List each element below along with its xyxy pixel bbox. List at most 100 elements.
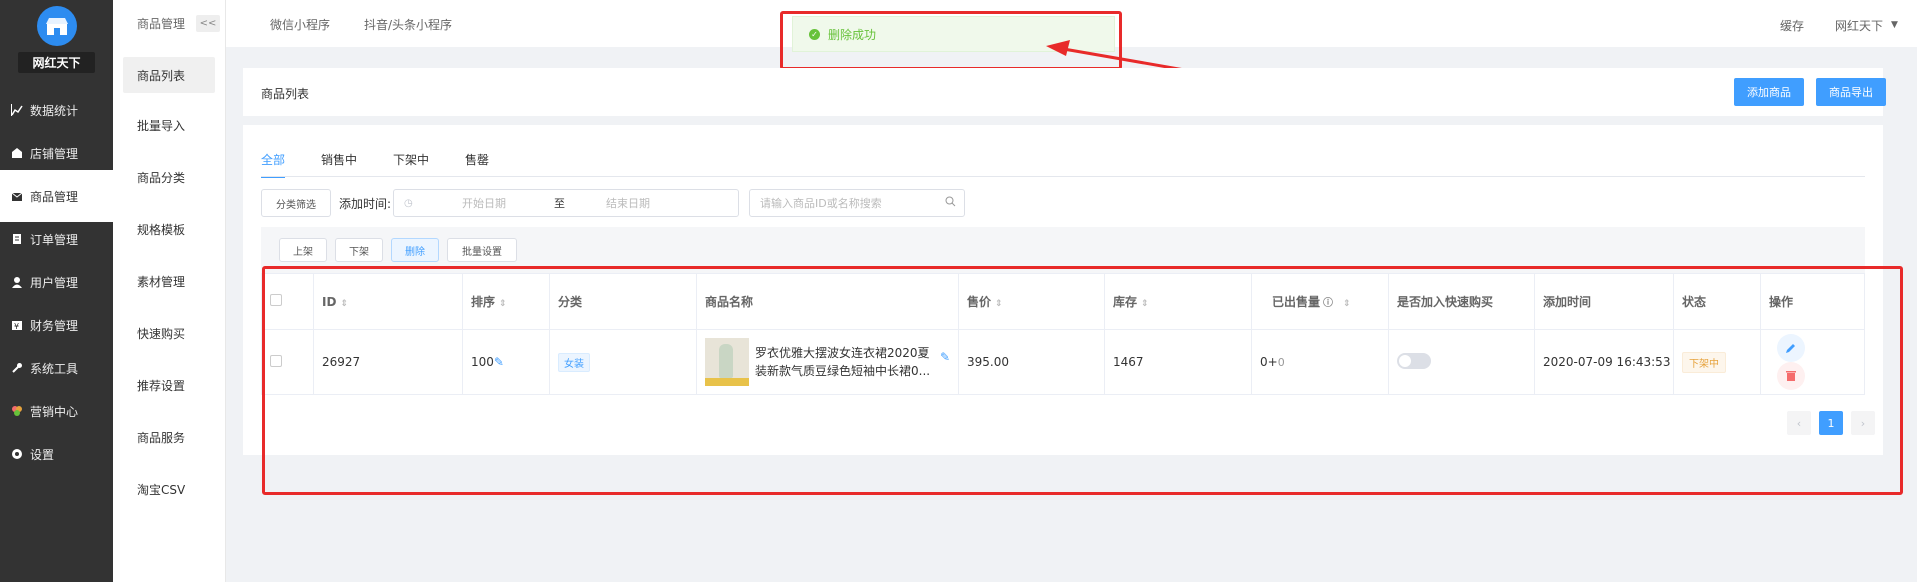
header-id[interactable]: ID ⇕ [313, 273, 463, 330]
gear-icon [10, 447, 24, 461]
shelf-off-button[interactable]: 下架 [335, 238, 383, 262]
header-name: 商品名称 [696, 273, 959, 330]
subnav-item-category[interactable]: 商品分类 [113, 151, 225, 203]
next-page-button[interactable]: › [1851, 411, 1875, 435]
delete-button[interactable]: 删除 [391, 238, 439, 262]
category-filter-button[interactable]: 分类筛选 [261, 189, 331, 217]
status-tabs: 全部 销售中 下架中 售罄 [261, 151, 525, 178]
subnav-item-service[interactable]: 商品服务 [113, 411, 225, 463]
date-range-picker[interactable]: ◷ 开始日期 至 结束日期 [393, 189, 740, 217]
shelf-on-button[interactable]: 上架 [279, 238, 327, 262]
sort-value: 100 [471, 355, 494, 369]
cache-link[interactable]: 缓存 [1780, 17, 1804, 34]
start-date-input[interactable]: 开始日期 [462, 195, 506, 211]
table-row: 26927 100✎ 女装 罗衣优雅大摆波女连衣裙2020夏装新款气质豆绿色短袖… [261, 329, 1865, 395]
trash-icon [1786, 371, 1796, 381]
batch-settings-button[interactable]: 批量设置 [447, 238, 517, 262]
tab-douyin-miniprogram[interactable]: 抖音/头条小程序 [364, 16, 452, 33]
date-label: 添加时间: [339, 196, 392, 211]
header-added-time: 添加时间 [1534, 273, 1674, 330]
toast-message: 删除成功 [828, 27, 877, 42]
header-label: 添加时间 [1543, 295, 1592, 309]
collapse-button[interactable]: << [196, 15, 220, 32]
header-sort[interactable]: 排序 ⇕ [462, 273, 550, 330]
finance-icon: ¥ [10, 318, 24, 332]
status-badge: 下架中 [1682, 351, 1726, 373]
header-sold[interactable]: 已出售量 ⓘ ⇕ [1251, 273, 1389, 330]
subnav-item-spec-template[interactable]: 规格模板 [113, 203, 225, 255]
date-separator: 至 [554, 197, 566, 210]
svg-text:¥: ¥ [14, 322, 19, 331]
info-icon[interactable]: ⓘ [1323, 298, 1333, 309]
sort-icon[interactable]: ⇕ [1343, 299, 1351, 309]
cell-added-time: 2020-07-09 16:43:53 [1534, 329, 1674, 395]
tab-on-sale[interactable]: 销售中 [321, 151, 357, 178]
header-price[interactable]: 售价 ⇕ [958, 273, 1105, 330]
search-input[interactable]: 请输入商品ID或名称搜索 [749, 189, 966, 217]
edit-pencil-icon[interactable]: ✎ [494, 355, 504, 369]
tab-wechat-miniprogram[interactable]: 微信小程序 [270, 16, 330, 33]
row-checkbox[interactable] [270, 354, 282, 367]
goods-icon [10, 189, 24, 203]
subnav-item-materials[interactable]: 素材管理 [113, 255, 225, 307]
tab-sold-out[interactable]: 售罄 [465, 151, 489, 178]
header-status: 状态 [1673, 273, 1761, 330]
export-goods-button[interactable]: 商品导出 [1816, 78, 1886, 106]
wrench-icon [10, 361, 24, 375]
nav-item-settings[interactable]: 设置 [0, 428, 113, 480]
header-checkbox-cell [261, 273, 314, 330]
cell-category: 女装 [549, 329, 697, 395]
logo-area: 网红天下 [0, 0, 113, 81]
nav-label: 用户管理 [30, 275, 79, 290]
end-date-input[interactable]: 结束日期 [606, 195, 650, 211]
cell-sold: 0+0 [1251, 329, 1389, 395]
add-goods-button[interactable]: 添加商品 [1734, 78, 1804, 106]
goods-table: ID ⇕ 排序 ⇕ 分类 商品名称 售价 ⇕ 库存 ⇕ 已出售量 ⓘ ⇕ 是否加入快速购买 … [261, 273, 1865, 395]
header-stock[interactable]: 库存 ⇕ [1104, 273, 1252, 330]
cell-stock: 1467 [1104, 329, 1252, 395]
select-all-checkbox[interactable] [270, 294, 282, 306]
table-header-row: ID ⇕ 排序 ⇕ 分类 商品名称 售价 ⇕ 库存 ⇕ 已出售量 ⓘ ⇕ 是否加入快速购买 … [261, 273, 1865, 330]
nav-label: 财务管理 [30, 318, 79, 333]
cell-status: 下架中 [1673, 329, 1761, 395]
sort-icon[interactable]: ⇕ [499, 299, 507, 309]
header-label: 排序 [471, 295, 496, 309]
cell-price: 395.00 [958, 329, 1105, 395]
chevron-down-icon[interactable]: ▼ [1891, 20, 1898, 30]
cell-quick-buy [1388, 329, 1535, 395]
row-checkbox-cell [261, 329, 314, 395]
subnav-item-recommend[interactable]: 推荐设置 [113, 359, 225, 411]
delete-row-button[interactable] [1777, 362, 1805, 390]
user-menu[interactable]: 网红天下 [1835, 17, 1883, 34]
prev-page-button[interactable]: ‹ [1787, 411, 1811, 435]
subnav-item-taobao-csv[interactable]: 淘宝CSV [113, 463, 225, 515]
nav-label: 订单管理 [30, 232, 79, 247]
edit-name-icon[interactable]: ✎ [940, 350, 950, 364]
page-1-button[interactable]: 1 [1819, 411, 1843, 435]
cell-sort: 100✎ [462, 329, 550, 395]
tabs-divider [261, 176, 1865, 177]
header-label: 商品名称 [705, 295, 754, 309]
product-thumbnail[interactable] [705, 338, 749, 386]
cell-name: 罗衣优雅大摆波女连衣裙2020夏装新款气质豆绿色短袖中长裙0... ✎ [696, 329, 959, 395]
sort-icon[interactable]: ⇕ [995, 299, 1003, 309]
sort-icon[interactable]: ⇕ [340, 299, 348, 309]
nav-label: 数据统计 [30, 103, 79, 118]
quick-buy-toggle[interactable] [1397, 352, 1431, 369]
tab-off-shelf[interactable]: 下架中 [393, 151, 429, 178]
main-sidebar: 网红天下 数据统计 店铺管理 商品管理 订单管理 用户管理 ¥ 财务管理 系统工… [0, 0, 113, 582]
store-icon [10, 146, 24, 160]
subnav-item-quick-buy[interactable]: 快速购买 [113, 307, 225, 359]
edit-button[interactable] [1777, 334, 1805, 362]
header-label: 状态 [1682, 295, 1707, 309]
search-icon[interactable] [945, 196, 956, 210]
header-category: 分类 [549, 273, 697, 330]
sort-icon[interactable]: ⇕ [1141, 299, 1149, 309]
subnav-item-batch-import[interactable]: 批量导入 [113, 99, 225, 151]
goods-list-card: 全部 销售中 下架中 售罄 分类筛选 添加时间: ◷ 开始日期 至 结束日期 请… [243, 125, 1883, 455]
tab-all[interactable]: 全部 [261, 151, 286, 178]
subnav-item-goods-list[interactable]: 商品列表 [123, 57, 215, 93]
batch-action-row: 上架 下架 删除 批量设置 [261, 227, 1865, 273]
clock-icon: ◷ [404, 197, 413, 209]
nav-label: 设置 [30, 447, 55, 462]
